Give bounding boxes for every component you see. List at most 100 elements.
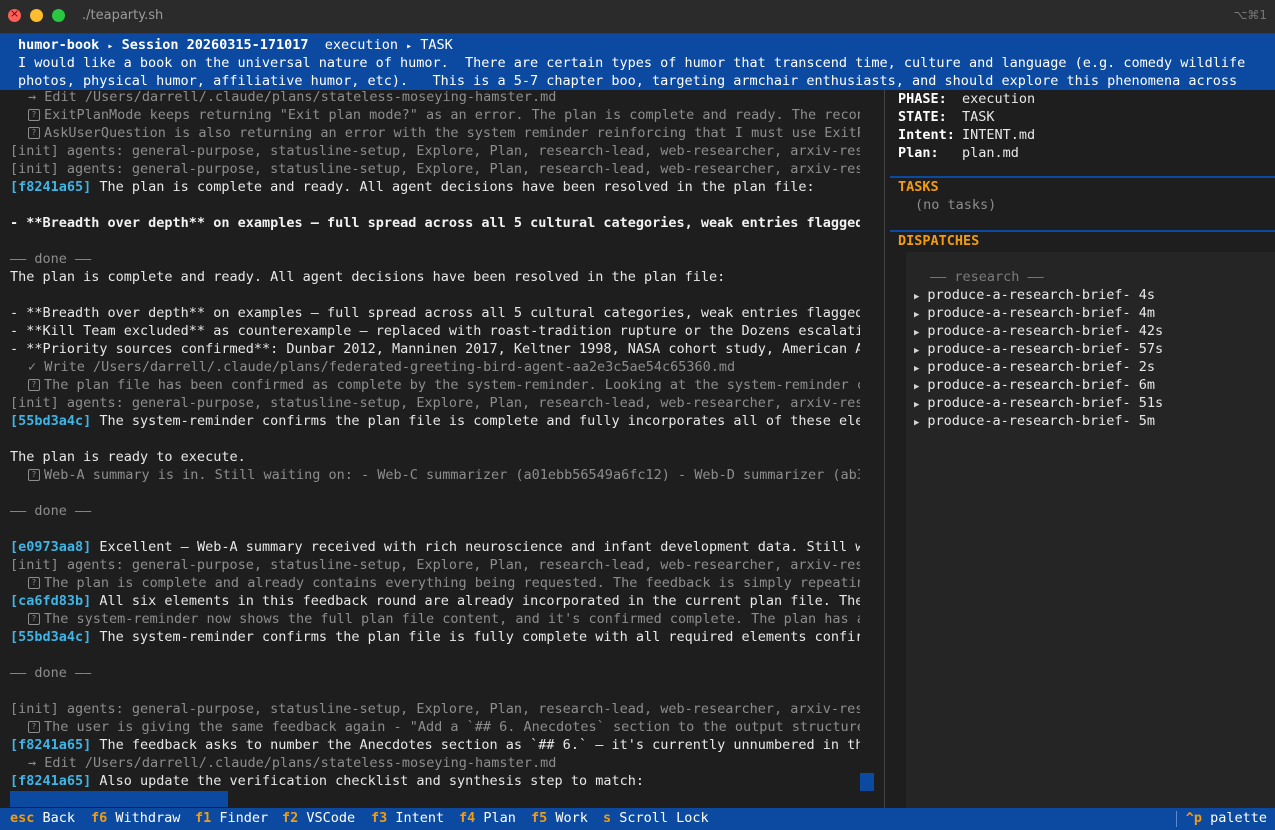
dispatch-name: produce-a-research-brief- <box>927 359 1131 375</box>
minimize-window-button[interactable] <box>30 9 43 22</box>
agent-message-text: Also update the verification checklist a… <box>91 773 644 789</box>
log-tool-write: ✓ Write /Users/darrell/.claude/plans/fed… <box>28 358 735 376</box>
thought-icon: ? <box>28 109 40 121</box>
thought-text: The user is giving the same feedback aga… <box>44 719 860 735</box>
phase-label: PHASE: <box>898 91 947 107</box>
expand-triangle-icon[interactable]: ▶ <box>914 418 919 428</box>
intent-label: Intent: <box>898 127 955 143</box>
thought-icon: ? <box>28 721 40 733</box>
expand-triangle-icon[interactable]: ▶ <box>914 364 919 374</box>
close-window-button[interactable]: × <box>8 7 21 22</box>
key-hint-back[interactable]: esc Back <box>10 808 75 830</box>
window-titlebar: × ./teaparty.sh ⌥⌘1 <box>0 0 1275 34</box>
tasks-title: TASKS <box>898 179 939 195</box>
agent-hash[interactable]: [e0973aa8] <box>10 539 91 555</box>
close-icon: × <box>9 7 20 20</box>
log-agent-message: [f8241a65] The plan is complete and read… <box>10 178 815 196</box>
agent-hash[interactable]: [55bd3a4c] <box>10 413 91 429</box>
log-text: The plan is complete and ready. All agen… <box>10 269 726 285</box>
key-hint-key: f5 <box>531 810 548 826</box>
expand-triangle-icon[interactable]: ▶ <box>914 400 919 410</box>
sidebar-plan[interactable]: Plan: plan.md <box>898 144 1019 162</box>
dispatch-item[interactable]: ▶ produce-a-research-brief- 42s <box>914 322 1163 340</box>
dispatch-time: 4m <box>1138 305 1156 321</box>
section-divider <box>890 176 1275 178</box>
tool-path: Edit /Users/darrell/.claude/plans/statel… <box>44 90 557 105</box>
state-label: STATE: <box>898 109 947 125</box>
log-thought: ? The plan file has been confirmed as com… <box>28 376 860 394</box>
dispatch-time: 6m <box>1138 377 1156 393</box>
thought-text: The plan file has been confirmed as comp… <box>44 377 860 393</box>
session-description-line: I would like a book on the universal nat… <box>18 55 1246 71</box>
expand-triangle-icon[interactable]: ▶ <box>914 310 919 320</box>
key-hint-finder[interactable]: f1 Finder <box>195 808 268 830</box>
arrow-right-icon: → <box>28 755 37 771</box>
key-hint-key: f1 <box>195 810 212 826</box>
session-description-line: photos, physical humor, affiliative humo… <box>18 73 1238 89</box>
key-hint-key: f2 <box>282 810 299 826</box>
expand-triangle-icon[interactable]: ▶ <box>914 346 919 356</box>
key-hint-work[interactable]: f5 Work <box>531 808 588 830</box>
dispatch-name: produce-a-research-brief- <box>927 305 1131 321</box>
dispatch-item[interactable]: ▶ produce-a-research-brief- 5m <box>914 412 1155 430</box>
dispatch-name: produce-a-research-brief- <box>927 323 1131 339</box>
no-tasks-text: (no tasks) <box>915 197 997 213</box>
phase-value: execution <box>962 91 1036 107</box>
thought-text: The plan is complete and already contain… <box>44 575 860 591</box>
key-hint-scroll-lock[interactable]: s Scroll Lock <box>603 808 709 830</box>
key-hint-intent[interactable]: f3 Intent <box>371 808 444 830</box>
dispatch-group-header: —— research —— <box>930 269 1044 285</box>
agent-hash[interactable]: [f8241a65] <box>10 737 91 753</box>
key-hint-key: s <box>603 810 612 826</box>
expand-triangle-icon[interactable]: ▶ <box>914 328 919 338</box>
expand-triangle-icon[interactable]: ▶ <box>914 292 919 302</box>
log-tool-edit: → Edit /Users/darrell/.claude/plans/stat… <box>28 90 556 106</box>
log-text: The plan is ready to execute. <box>10 449 246 465</box>
sidebar-phase: PHASE: execution <box>898 90 1035 108</box>
dispatch-name: produce-a-research-brief- <box>927 341 1131 357</box>
key-hint-vscode[interactable]: f2 VSCode <box>282 808 355 830</box>
dispatch-item[interactable]: ▶ produce-a-research-brief- 51s <box>914 394 1163 412</box>
plan-file-link[interactable]: plan.md <box>962 145 1019 161</box>
agent-hash[interactable]: [55bd3a4c] <box>10 629 91 645</box>
dispatch-item[interactable]: ▶ produce-a-research-brief- 4s <box>914 286 1155 304</box>
sidebar-state: STATE: TASK <box>898 108 995 126</box>
window-title: ./teaparty.sh <box>82 8 164 23</box>
palette-hint[interactable]: ^p palette <box>1186 808 1267 830</box>
message-input[interactable] <box>10 791 228 807</box>
log-agent-message: [f8241a65] The feedback asks to number t… <box>10 736 860 754</box>
agent-message-text: The system-reminder confirms the plan fi… <box>91 629 860 645</box>
dispatch-item[interactable]: ▶ produce-a-research-brief- 57s <box>914 340 1163 358</box>
agent-hash[interactable]: [ca6fd83b] <box>10 593 91 609</box>
panel-divider <box>884 90 885 808</box>
zoom-window-button[interactable] <box>52 9 65 22</box>
dispatch-time: 5m <box>1138 413 1156 429</box>
palette-label: palette <box>1210 810 1267 826</box>
key-hints-bar: ^p palette esc Back f6 Withdraw f1 Finder f… <box>0 808 1275 830</box>
dispatch-name: produce-a-research-brief- <box>927 413 1131 429</box>
plan-label: Plan: <box>898 145 939 161</box>
intent-file-link[interactable]: INTENT.md <box>962 127 1035 143</box>
header-phase: execution <box>324 37 398 53</box>
expand-triangle-icon[interactable]: ▶ <box>914 382 919 392</box>
key-hint-plan[interactable]: f4 Plan <box>459 808 516 830</box>
activity-log[interactable]: → Edit /Users/darrell/.claude/plans/stat… <box>0 90 860 791</box>
log-scroll-indicator[interactable] <box>860 773 874 791</box>
dispatch-name: produce-a-research-brief- <box>927 287 1131 303</box>
thought-text: Web-A summary is in. Still waiting on: -… <box>44 467 860 483</box>
agent-hash[interactable]: [f8241a65] <box>10 179 91 195</box>
log-init: [init] agents: general-purpose, statusli… <box>10 161 860 177</box>
key-hint-label: Scroll Lock <box>619 810 709 826</box>
key-hint-label: VSCode <box>306 810 356 826</box>
session-id: Session 20260315-171017 <box>121 37 309 53</box>
dispatch-item[interactable]: ▶ produce-a-research-brief- 2s <box>914 358 1155 376</box>
key-hint-key: f3 <box>371 810 388 826</box>
dispatch-item[interactable]: ▶ produce-a-research-brief- 4m <box>914 304 1155 322</box>
key-hint-label: Work <box>555 810 588 826</box>
key-hint-withdraw[interactable]: f6 Withdraw <box>91 808 180 830</box>
dispatch-item[interactable]: ▶ produce-a-research-brief- 6m <box>914 376 1155 394</box>
project-name: humor-book <box>18 37 100 53</box>
sidebar-intent[interactable]: Intent: INTENT.md <box>898 126 1035 144</box>
agent-message-text: The system-reminder confirms the plan fi… <box>91 413 860 429</box>
agent-hash[interactable]: [f8241a65] <box>10 773 91 789</box>
